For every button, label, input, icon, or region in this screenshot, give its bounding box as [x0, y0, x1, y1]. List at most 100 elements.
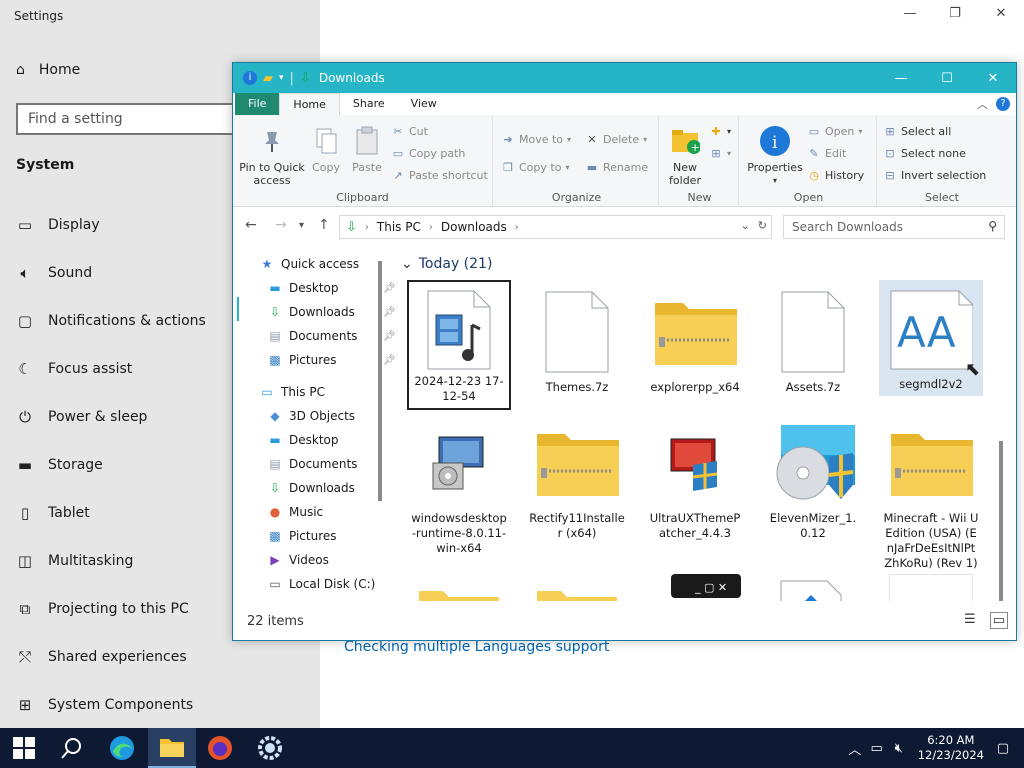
- content-scrollbar[interactable]: [999, 441, 1003, 601]
- settings-close-button[interactable]: ✕: [989, 6, 1013, 21]
- clock[interactable]: 6:20 AM 12/23/2024: [918, 733, 984, 763]
- file-tile-partial[interactable]: _ ▢ ✕: [671, 574, 743, 601]
- search-downloads-input[interactable]: Search Downloads ⚲: [783, 215, 1005, 239]
- explorer-minimize-button[interactable]: —: [878, 63, 924, 93]
- copy-to-button[interactable]: ❐ Copy to ▾: [501, 161, 569, 174]
- pin-to-quick-access-button[interactable]: Pin to Quick access: [239, 125, 305, 187]
- copy-path-button[interactable]: ▭ Copy path: [391, 147, 466, 160]
- help-icon[interactable]: ?: [996, 97, 1010, 111]
- history-button[interactable]: ◷ History: [807, 169, 864, 182]
- settings-item-display[interactable]: ▭ Display: [16, 213, 100, 237]
- volume-muted-icon[interactable]: 🔇︎: [888, 741, 910, 756]
- settings-taskbar-button[interactable]: [246, 728, 294, 768]
- settings-item-storage[interactable]: ▬ Storage: [16, 453, 103, 477]
- nav-pc-desktop[interactable]: ▬ Desktop: [267, 433, 338, 447]
- settings-item-multitasking[interactable]: ◫ Multitasking: [16, 549, 133, 573]
- paste-button[interactable]: Paste: [349, 125, 385, 174]
- notifications-icon[interactable]: ▢: [992, 741, 1014, 756]
- settings-item-notifications[interactable]: ▢ Notifications & actions: [16, 309, 206, 333]
- nav-pc-videos[interactable]: ▶ Videos: [267, 553, 329, 567]
- nav-pc-documents[interactable]: ▤ Documents: [267, 457, 357, 471]
- file-tile[interactable]: Minecraft - Wii U Edition (USA) (EnJaFrD…: [879, 411, 983, 575]
- breadcrumb-this-pc[interactable]: This PC: [377, 220, 421, 234]
- file-tile-partial[interactable]: [779, 579, 843, 601]
- rename-button[interactable]: ▬ Rename: [585, 161, 648, 174]
- tab-view[interactable]: View: [398, 93, 450, 115]
- invert-selection-button[interactable]: ⊟ Invert selection: [883, 169, 986, 182]
- file-tile[interactable]: Themes.7z: [525, 280, 629, 399]
- delete-button[interactable]: ✕ Delete ▾: [585, 133, 647, 146]
- tab-file[interactable]: File: [235, 93, 280, 115]
- settings-search-input[interactable]: Find a setting: [16, 103, 266, 135]
- file-tile[interactable]: Rectify11Installer (x64): [525, 411, 629, 545]
- languages-support-link[interactable]: Checking multiple Languages support: [344, 639, 609, 655]
- settings-item-focus-assist[interactable]: ☾ Focus assist: [16, 357, 132, 381]
- file-tile[interactable]: explorerpp_x64: [643, 280, 747, 399]
- file-tile-partial[interactable]: [535, 585, 619, 601]
- forward-arrow-icon[interactable]: →: [275, 217, 287, 233]
- new-item-button[interactable]: ✚ ▾: [709, 125, 731, 138]
- details-view-icon[interactable]: ☰: [964, 612, 976, 629]
- back-arrow-icon[interactable]: ←: [245, 217, 257, 233]
- settings-item-projecting[interactable]: ⧉ Projecting to this PC: [16, 597, 189, 621]
- firefox-taskbar-button[interactable]: [196, 728, 244, 768]
- file-explorer-taskbar-button[interactable]: [148, 728, 196, 768]
- nav-qa-documents[interactable]: ▤ Documents 📌︎: [267, 329, 395, 343]
- file-tile[interactable]: UltraUXThemePatcher_4.4.3: [643, 411, 747, 545]
- nav-pc-pictures[interactable]: ▩ Pictures: [267, 529, 336, 543]
- new-folder-icon[interactable]: ▰: [263, 71, 273, 86]
- cut-button[interactable]: ✂ Cut: [391, 125, 428, 138]
- paste-shortcut-button[interactable]: ↗ Paste shortcut: [391, 169, 487, 182]
- info-icon[interactable]: i: [243, 71, 257, 85]
- file-tile[interactable]: 2024-12-23 17-12-54: [407, 280, 511, 410]
- settings-item-tablet[interactable]: ▯ Tablet: [16, 501, 90, 525]
- file-tile[interactable]: ElevenMizer_1.0.12: [761, 411, 865, 545]
- easy-access-button[interactable]: ⊞ ▾: [709, 147, 731, 160]
- settings-item-power[interactable]: ⏻ Power & sleep: [16, 405, 147, 429]
- nav-pc-music[interactable]: ● Music: [267, 505, 323, 519]
- nav-qa-downloads[interactable]: ⇩ Downloads 📌︎: [267, 305, 396, 319]
- move-to-button[interactable]: ➜ Move to ▾: [501, 133, 571, 146]
- group-header-today[interactable]: ⌄ Today (21): [401, 256, 492, 272]
- nav-pc-3d-objects[interactable]: ◆ 3D Objects: [267, 409, 355, 423]
- search-button[interactable]: [48, 728, 96, 768]
- select-all-button[interactable]: ⊞ Select all: [883, 125, 951, 138]
- file-tile[interactable]: AA segmdl2v2 ⬉: [879, 280, 983, 396]
- breadcrumb-downloads[interactable]: Downloads: [441, 220, 507, 234]
- recent-locations-icon[interactable]: ▾: [299, 220, 304, 231]
- nav-qa-pictures[interactable]: ▩ Pictures 📌︎: [267, 353, 395, 367]
- new-folder-button[interactable]: + New folder: [665, 125, 705, 187]
- file-tile-partial[interactable]: [417, 585, 501, 601]
- collapse-ribbon-icon[interactable]: ︿: [977, 96, 988, 112]
- large-icons-view-icon[interactable]: ▭: [989, 612, 1008, 629]
- file-tile[interactable]: Assets.7z: [761, 280, 865, 399]
- up-arrow-icon[interactable]: ↑: [318, 217, 330, 233]
- settings-home[interactable]: ⌂ Home: [16, 62, 80, 78]
- file-tile-partial[interactable]: [889, 574, 973, 601]
- explorer-close-button[interactable]: ✕: [970, 63, 1016, 93]
- settings-item-sound[interactable]: 🔈︎ Sound: [16, 261, 92, 285]
- settings-maximize-button[interactable]: ❐: [943, 6, 967, 21]
- edge-taskbar-button[interactable]: [98, 728, 146, 768]
- settings-item-shared[interactable]: ⤲ Shared experiences: [16, 645, 187, 669]
- explorer-maximize-button[interactable]: ☐: [924, 63, 970, 93]
- tab-share[interactable]: Share: [340, 93, 398, 115]
- select-none-button[interactable]: ⊡ Select none: [883, 147, 965, 160]
- tab-home[interactable]: Home: [279, 93, 340, 115]
- open-button[interactable]: ▭ Open ▾: [807, 125, 863, 138]
- network-icon[interactable]: ▭: [866, 741, 888, 756]
- refresh-icon[interactable]: ↻: [758, 219, 767, 232]
- nav-pc-local-disk[interactable]: ▭ Local Disk (C:): [267, 577, 375, 591]
- nav-scrollbar[interactable]: [378, 261, 382, 501]
- settings-minimize-button[interactable]: —: [898, 6, 922, 21]
- file-tile[interactable]: windowsdesktop-runtime-8.0.11-win-x64: [407, 411, 511, 560]
- quick-access-dropdown-icon[interactable]: ▾: [279, 73, 284, 83]
- settings-item-components[interactable]: ⊞ System Components: [16, 693, 194, 717]
- address-dropdown-icon[interactable]: ⌄: [741, 219, 750, 232]
- address-bar[interactable]: ⇩ › This PC › Downloads › ⌄ ↻: [339, 215, 772, 239]
- copy-button[interactable]: Copy: [309, 125, 343, 174]
- chevron-up-icon[interactable]: ︿: [844, 739, 866, 758]
- nav-pc-downloads[interactable]: ⇩ Downloads: [267, 481, 355, 495]
- start-button[interactable]: [0, 728, 48, 768]
- nav-qa-desktop[interactable]: ▬ Desktop 📌︎: [267, 281, 395, 295]
